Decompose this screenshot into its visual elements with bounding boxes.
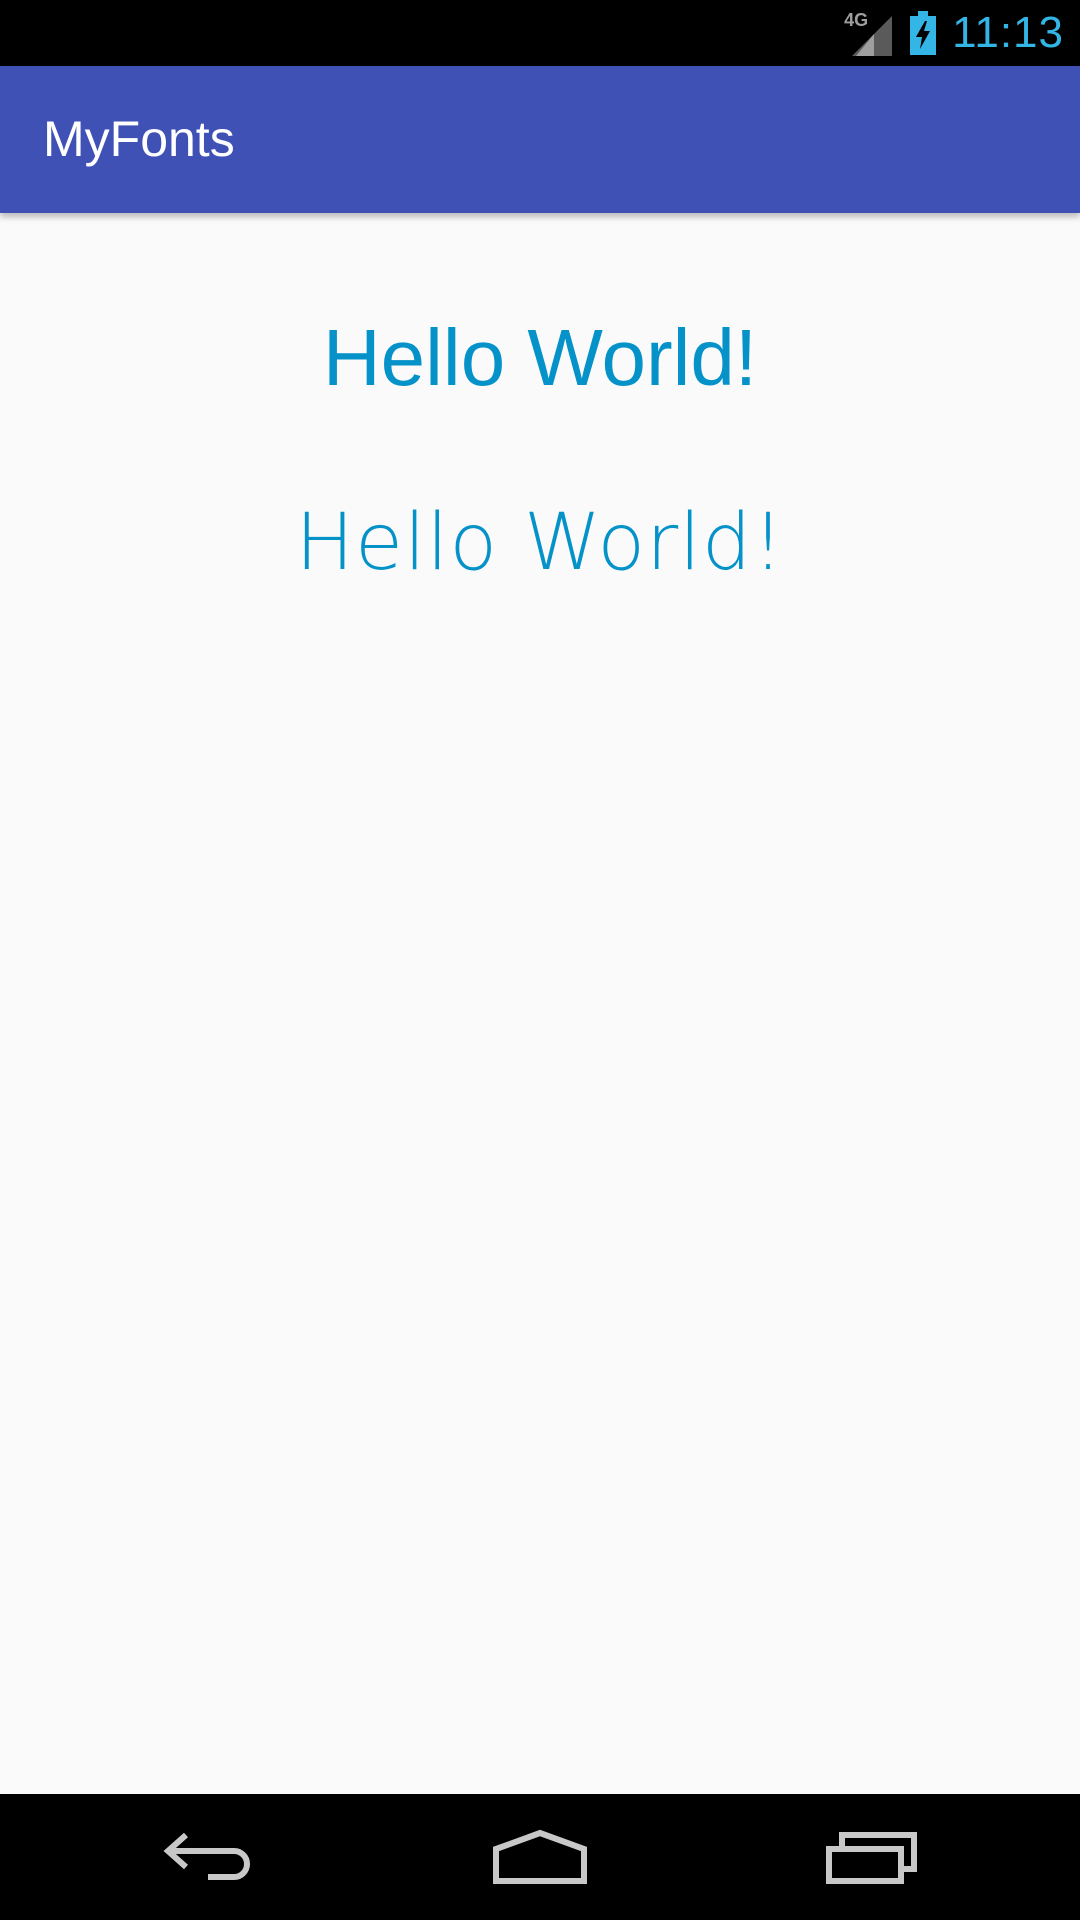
recents-icon bbox=[826, 1832, 917, 1884]
home-icon bbox=[493, 1829, 587, 1884]
main-content: Hello World! Hello World! bbox=[0, 213, 1080, 1794]
recents-button[interactable] bbox=[772, 1794, 972, 1920]
home-button[interactable] bbox=[440, 1794, 640, 1920]
status-icons: 4G 11:13 bbox=[844, 0, 1064, 66]
hello-world-text-default-font: Hello World! bbox=[322, 313, 758, 402]
screen: 4G 11:13 MyFonts Hello World! Hello Worl… bbox=[0, 0, 1080, 1920]
hello-world-text-custom-font: Hello World! bbox=[295, 498, 785, 588]
app-title: MyFonts bbox=[43, 111, 235, 167]
app-bar: MyFonts bbox=[0, 66, 1080, 213]
signal-icon: 4G bbox=[844, 10, 894, 56]
back-button[interactable] bbox=[110, 1794, 310, 1920]
back-icon bbox=[163, 1832, 250, 1880]
status-bar: 4G 11:13 bbox=[0, 0, 1080, 66]
status-clock: 11:13 bbox=[952, 8, 1064, 57]
navigation-bar bbox=[0, 1794, 1080, 1920]
battery-charging-icon bbox=[908, 11, 938, 55]
